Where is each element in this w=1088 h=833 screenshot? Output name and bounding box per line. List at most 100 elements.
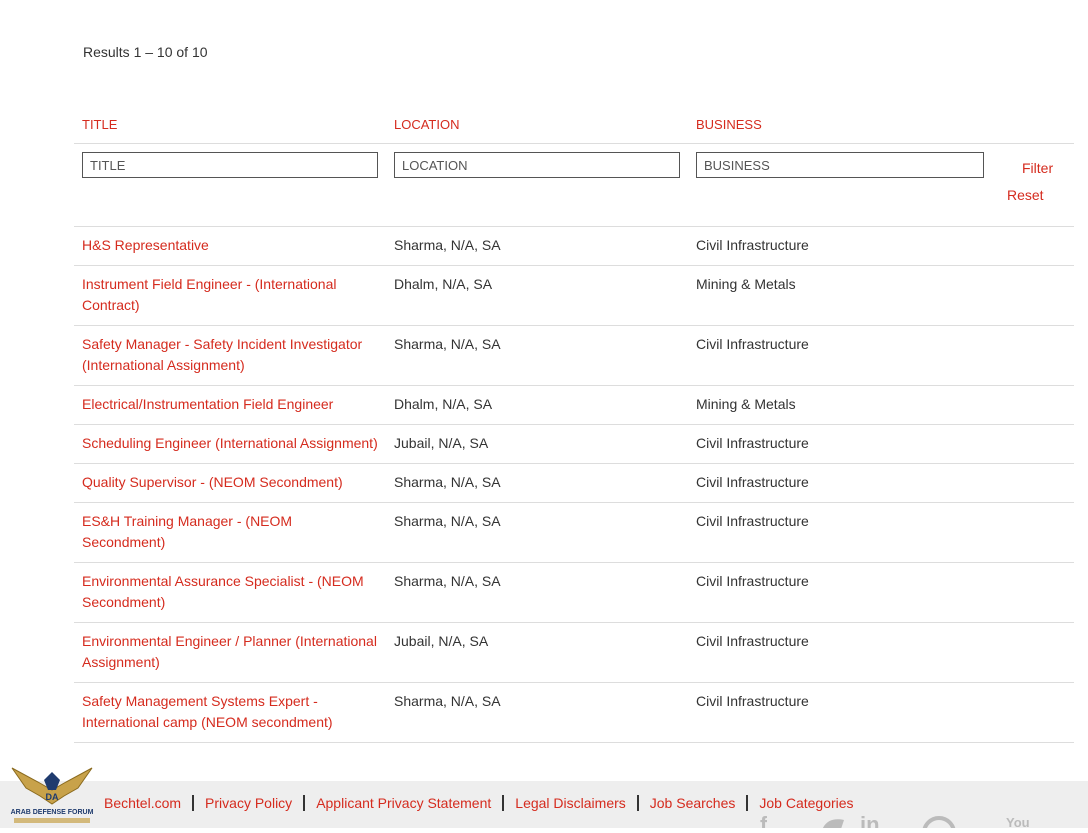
job-title-link[interactable]: ES&H Training Manager - (NEOM Secondment… — [82, 513, 292, 550]
job-location-cell: Dhalm, N/A, SA — [386, 385, 688, 425]
column-header-business[interactable]: BUSINESS — [688, 106, 992, 144]
pinterest-icon[interactable] — [922, 812, 956, 828]
job-title-link[interactable]: Safety Management Systems Expert - Inter… — [82, 693, 333, 730]
footer-separator — [192, 795, 195, 811]
job-actions-cell — [992, 682, 1074, 743]
job-title-cell: ES&H Training Manager - (NEOM Secondment… — [74, 502, 386, 563]
job-title-cell: Safety Manager - Safety Incident Investi… — [74, 325, 386, 386]
job-title-cell: Electrical/Instrumentation Field Enginee… — [74, 385, 386, 425]
footer-link-applicant-privacy[interactable]: Applicant Privacy Statement — [316, 795, 491, 811]
table-row: Scheduling Engineer (International Assig… — [74, 424, 1074, 464]
job-actions-cell — [992, 424, 1074, 464]
column-header-actions — [992, 106, 1074, 144]
job-title-link[interactable]: H&S Representative — [82, 237, 209, 253]
footer-link-job-categories[interactable]: Job Categories — [759, 795, 853, 811]
logo-monogram: DA — [46, 792, 59, 802]
job-location-cell: Sharma, N/A, SA — [386, 325, 688, 386]
footer-link-legal-disclaimers[interactable]: Legal Disclaimers — [515, 795, 625, 811]
job-business-cell: Civil Infrastructure — [688, 622, 992, 683]
job-business-cell: Civil Infrastructure — [688, 502, 992, 563]
jobs-table: TITLE LOCATION BUSINESS Filter Reset H&S… — [74, 106, 1074, 743]
job-location-cell: Sharma, N/A, SA — [386, 226, 688, 266]
job-title-link[interactable]: Instrument Field Engineer - (Internation… — [82, 276, 336, 313]
job-location-cell: Sharma, N/A, SA — [386, 562, 688, 623]
job-business-cell: Civil Infrastructure — [688, 226, 992, 266]
twitter-icon[interactable] — [820, 812, 846, 828]
job-actions-cell — [992, 463, 1074, 503]
column-header-title-label[interactable]: TITLE — [82, 117, 117, 132]
footer-links: Bechtel.com Privacy Policy Applicant Pri… — [104, 795, 854, 811]
table-row: Environmental Assurance Specialist - (NE… — [74, 562, 1074, 623]
job-actions-cell — [992, 385, 1074, 425]
table-row: Electrical/Instrumentation Field Enginee… — [74, 385, 1074, 425]
job-title-link[interactable]: Environmental Engineer / Planner (Intern… — [82, 633, 377, 670]
table-row: Quality Supervisor - (NEOM Secondment) Sh… — [74, 463, 1074, 503]
job-location-cell: Dhalm, N/A, SA — [386, 265, 688, 326]
job-actions-cell — [992, 622, 1074, 683]
table-header-row: TITLE LOCATION BUSINESS — [74, 106, 1074, 144]
job-title-link[interactable]: Environmental Assurance Specialist - (NE… — [82, 573, 364, 610]
column-header-title[interactable]: TITLE — [74, 106, 386, 144]
job-title-link[interactable]: Safety Manager - Safety Incident Investi… — [82, 336, 362, 373]
footer-separator — [746, 795, 749, 811]
job-title-cell: Instrument Field Engineer - (Internation… — [74, 265, 386, 326]
filter-button[interactable]: Filter — [1022, 160, 1053, 176]
job-business-cell: Civil Infrastructure — [688, 682, 992, 743]
job-title-link[interactable]: Scheduling Engineer (International Assig… — [82, 435, 378, 451]
job-business-cell: Civil Infrastructure — [688, 463, 992, 503]
job-actions-cell — [992, 265, 1074, 326]
arab-defense-forum-logo: DA ARAB DEFENSE FORUM — [8, 760, 96, 828]
job-location-cell: Sharma, N/A, SA — [386, 682, 688, 743]
results-count: Results 1 – 10 of 10 — [83, 44, 208, 60]
table-row: Safety Management Systems Expert - Inter… — [74, 682, 1074, 743]
job-actions-cell — [992, 502, 1074, 563]
job-title-cell: Environmental Assurance Specialist - (NE… — [74, 562, 386, 623]
job-location-cell: Jubail, N/A, SA — [386, 424, 688, 464]
footer-link-bechtel[interactable]: Bechtel.com — [104, 795, 181, 811]
table-row: Instrument Field Engineer - (Internation… — [74, 265, 1074, 326]
reset-button[interactable]: Reset — [1007, 187, 1044, 203]
filter-cell-title — [74, 143, 386, 227]
pinterest-circle-shape — [922, 816, 956, 828]
job-title-cell: Environmental Engineer / Planner (Intern… — [74, 622, 386, 683]
job-title-link[interactable]: Quality Supervisor - (NEOM Secondment) — [82, 474, 343, 490]
filter-cell-business — [688, 143, 992, 227]
job-location-cell: Sharma, N/A, SA — [386, 502, 688, 563]
logo-arabic-subtitle — [14, 818, 90, 823]
job-business-cell: Mining & Metals — [688, 265, 992, 326]
footer-link-privacy-policy[interactable]: Privacy Policy — [205, 795, 292, 811]
column-header-location-label[interactable]: LOCATION — [394, 117, 460, 132]
job-location-cell: Sharma, N/A, SA — [386, 463, 688, 503]
filter-row: Filter Reset — [74, 143, 1074, 227]
eagle-logo-icon: DA ARAB DEFENSE FORUM — [11, 767, 94, 823]
table-row: Environmental Engineer / Planner (Intern… — [74, 622, 1074, 683]
table-row: Safety Manager - Safety Incident Investi… — [74, 325, 1074, 386]
table-row: H&S Representative Sharma, N/A, SA Civil I… — [74, 226, 1074, 266]
footer-link-job-searches[interactable]: Job Searches — [650, 795, 736, 811]
job-business-cell: Mining & Metals — [688, 385, 992, 425]
job-title-cell: H&S Representative — [74, 226, 386, 266]
filter-cell-location — [386, 143, 688, 227]
youtube-icon[interactable]: You — [1006, 815, 1030, 831]
business-filter-input[interactable] — [696, 152, 984, 178]
job-business-cell: Civil Infrastructure — [688, 325, 992, 386]
logo-text: ARAB DEFENSE FORUM — [11, 809, 94, 816]
facebook-icon[interactable]: f — [760, 812, 767, 828]
footer-separator — [636, 795, 639, 811]
location-filter-input[interactable] — [394, 152, 680, 178]
column-header-business-label[interactable]: BUSINESS — [696, 117, 762, 132]
table-row: ES&H Training Manager - (NEOM Secondment… — [74, 502, 1074, 563]
twitter-bird-shape — [822, 819, 844, 828]
job-actions-cell — [992, 226, 1074, 266]
filter-actions-cell: Filter Reset — [992, 143, 1074, 227]
job-business-cell: Civil Infrastructure — [688, 562, 992, 623]
title-filter-input[interactable] — [82, 152, 378, 178]
job-actions-cell — [992, 562, 1074, 623]
linkedin-icon[interactable]: in — [860, 812, 880, 828]
job-title-cell: Quality Supervisor - (NEOM Secondment) — [74, 463, 386, 503]
job-title-link[interactable]: Electrical/Instrumentation Field Enginee… — [82, 396, 333, 412]
job-business-cell: Civil Infrastructure — [688, 424, 992, 464]
column-header-location[interactable]: LOCATION — [386, 106, 688, 144]
job-title-cell: Safety Management Systems Expert - Inter… — [74, 682, 386, 743]
footer-separator — [303, 795, 306, 811]
